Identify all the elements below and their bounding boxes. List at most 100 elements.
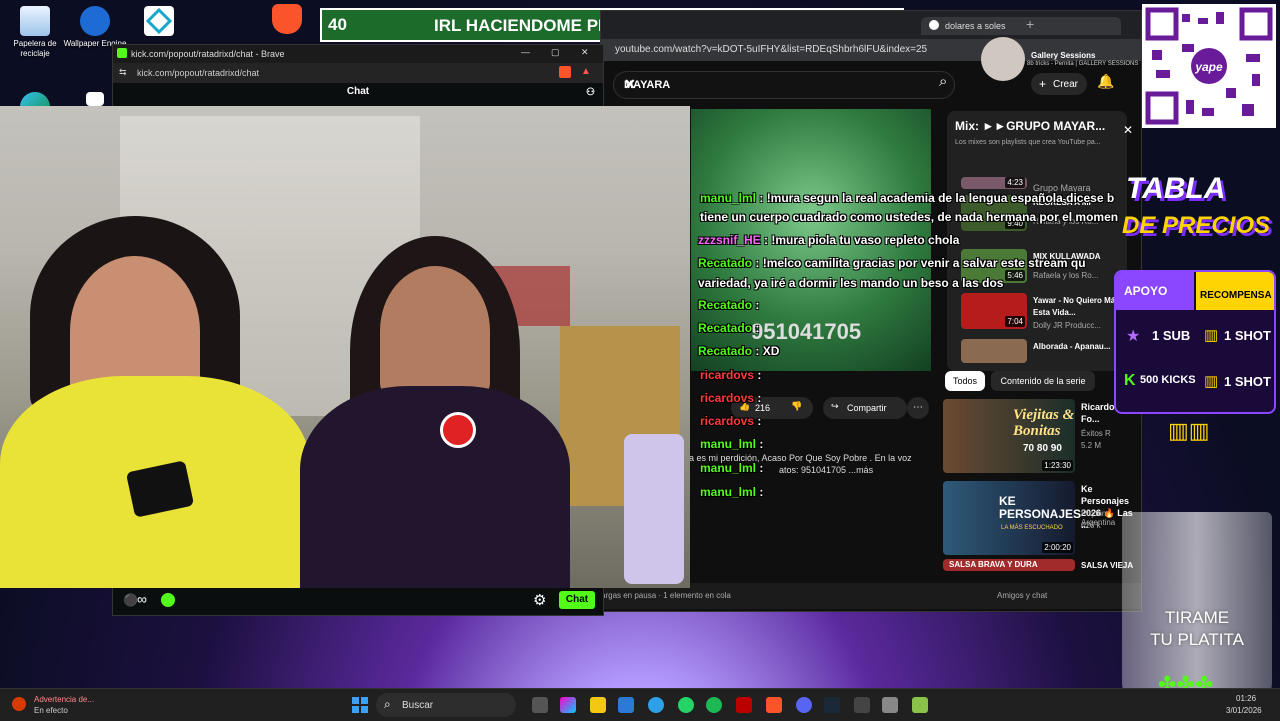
- user-settings-icon[interactable]: ⚇: [586, 87, 595, 98]
- kick-favicon-icon: [117, 48, 127, 58]
- rec-thumb-sub: LA MÁS ESCUCHADO: [1001, 525, 1063, 531]
- clock-time[interactable]: 01:26: [1236, 694, 1256, 703]
- kick-logo-icon: [161, 593, 175, 607]
- start-windows-icon[interactable]: [352, 697, 368, 713]
- recommended-video[interactable]: SALSA BRAVA Y DURA SALSA VIEJA: [943, 559, 1139, 573]
- desktop-icon-lively[interactable]: [124, 6, 194, 39]
- shot-glass-icon: ▥: [1204, 327, 1219, 344]
- share-button[interactable]: ↪ Compartir: [823, 397, 907, 419]
- rec-thumb-text: SALSA BRAVA Y DURA: [949, 560, 1038, 569]
- new-tab-icon[interactable]: +: [1026, 16, 1034, 32]
- maximize-icon[interactable]: ▢: [551, 47, 560, 58]
- star-icon: ★: [1126, 328, 1141, 345]
- tab-dolares[interactable]: dolares a soles: [921, 17, 1121, 35]
- clear-search-icon[interactable]: ✕: [624, 76, 944, 93]
- playlist-item[interactable]: 7:04 Yawar - No Quiero Más Esta Vida... …: [961, 293, 1131, 333]
- task-view-icon[interactable]: [532, 697, 548, 713]
- app-icon[interactable]: [912, 697, 928, 713]
- notifications-icon[interactable]: 🔔: [1097, 73, 1114, 90]
- app-icon[interactable]: [736, 697, 752, 713]
- duration-badge: 5:46: [1005, 270, 1025, 281]
- create-label: Crear: [1053, 79, 1079, 90]
- steam-icon[interactable]: [824, 697, 840, 713]
- person-right-face: [380, 266, 490, 396]
- brave-shields-icon[interactable]: [559, 66, 571, 78]
- kick-title-bar[interactable]: kick.com/popout/ratadrixd/chat - Brave —…: [113, 45, 603, 63]
- rec-thumb: SALSA BRAVA Y DURA: [943, 559, 1075, 571]
- whatsapp-icon[interactable]: [678, 697, 694, 713]
- brave-icon: [272, 4, 302, 34]
- brave-rewards-icon[interactable]: ▲: [581, 66, 591, 77]
- playlist-sub: Rafaela y los Ro...: [1033, 271, 1099, 280]
- yt-url: youtube.com/watch?v=kDOT-5uIFHY&list=RDE…: [615, 44, 928, 55]
- download-status: argas en pausa · 1 elemento en cola: [601, 591, 731, 600]
- dislike-icon: 👎: [791, 401, 803, 411]
- taskbar-search-input[interactable]: ⌕ Buscar: [376, 693, 516, 717]
- settings-gear-icon[interactable]: ⚙: [533, 591, 546, 609]
- price-panel: APOYO RECOMPENSA ★ 1 SUB ▥ 1 SHOT K 500 …: [1114, 270, 1276, 414]
- create-button[interactable]: + Crear: [1031, 73, 1087, 95]
- duration-badge: 9:40: [1005, 218, 1025, 229]
- rec-meta: 426 k: [1081, 521, 1101, 530]
- app-icon[interactable]: [882, 697, 898, 713]
- edge-taskbar-icon[interactable]: [648, 697, 664, 713]
- friends-chat-button[interactable]: Amigos y chat: [997, 591, 1047, 600]
- row-recompensa: 1 SHOT: [1224, 328, 1271, 343]
- minimize-icon[interactable]: —: [521, 47, 530, 57]
- playlist-item[interactable]: 9:40 REGRESA A MI Rafaela y los Ro...: [961, 195, 1131, 235]
- kick-chat-header: Chat ⚇: [113, 83, 603, 102]
- brave-taskbar-icon[interactable]: [766, 697, 782, 713]
- viewers-infinity: ∞: [137, 591, 147, 607]
- yape-qr-code: yape: [1142, 4, 1276, 128]
- recompensa-header: RECOMPENSA: [1196, 272, 1274, 310]
- kick-chat-footer: ⚫ ∞ ⚙ Chat: [113, 586, 603, 615]
- shot-glass-icon: ▥: [1204, 373, 1219, 390]
- playlist-thumb: 5:46: [961, 249, 1027, 283]
- chip-series[interactable]: Contenido de la serie: [991, 371, 1095, 391]
- like-dislike-button[interactable]: 👍 216 👎: [731, 397, 813, 419]
- clock-date[interactable]: 3/01/2026: [1226, 706, 1262, 715]
- tab-favicon-google-icon: [929, 20, 939, 30]
- more-actions-icon[interactable]: ⋯: [907, 397, 929, 419]
- video-player[interactable]: 951041705: [691, 109, 931, 371]
- windows-taskbar: Advertencia de... En efecto ⌕ Buscar 01:…: [0, 688, 1280, 721]
- playlist-item[interactable]: Alborada - Apanau...: [961, 339, 1131, 369]
- desktop-icon-wallpaper-engine[interactable]: Wallpaper Engine: [60, 6, 130, 49]
- chip-todos[interactable]: Todos: [945, 371, 985, 391]
- site-info-icon[interactable]: ⇆: [119, 67, 127, 78]
- copilot-icon[interactable]: [560, 697, 576, 713]
- rec-thumb-sub: 70 80 90: [1023, 443, 1062, 454]
- playlist-item[interactable]: 5:46 MIX KULLAWADA Rafaela y los Ro...: [961, 249, 1131, 289]
- yt-search-input[interactable]: MAYARA ✕: [613, 71, 955, 99]
- notice-title[interactable]: Advertencia de...: [34, 695, 94, 704]
- tab-label: dolares a soles: [945, 21, 1006, 31]
- wallpaper-engine-icon: [80, 6, 110, 36]
- obs-icon[interactable]: [854, 697, 870, 713]
- search-icon[interactable]: ⌕: [939, 73, 947, 90]
- spotify-icon[interactable]: [706, 697, 722, 713]
- kick-url: kick.com/popout/ratadrixd/chat: [137, 68, 260, 78]
- close-mix-icon[interactable]: ✕: [1123, 123, 1133, 137]
- like-icon: 👍: [739, 401, 751, 411]
- price-title-2: DE PRECIOS: [1122, 212, 1271, 239]
- recommended-video[interactable]: KE PERSONAJES LA MÁS ESCUCHADO 2:00:20 K…: [943, 481, 1139, 561]
- close-window-icon[interactable]: ✕: [581, 47, 589, 58]
- playlist-thumb: [961, 339, 1027, 363]
- discord-icon[interactable]: [796, 697, 812, 713]
- kick-url-bar[interactable]: ⇆ kick.com/popout/ratadrixd/chat ▲: [113, 63, 603, 83]
- shot-glasses-icon: ▥▥: [1168, 418, 1210, 443]
- playlist-thumb: 9:40: [961, 195, 1027, 231]
- share-label: Compartir: [847, 403, 887, 413]
- share-icon: ↪: [831, 401, 839, 411]
- store-icon[interactable]: [618, 697, 634, 713]
- chat-send-button[interactable]: Chat: [559, 591, 595, 609]
- description-line[interactable]: atos: 951041705 ...más: [779, 465, 873, 475]
- notice-sub: En efecto: [34, 706, 68, 715]
- duration-badge: 7:04: [1005, 316, 1025, 327]
- rec-thumb-text: Viejitas & Bonitas: [1013, 407, 1075, 439]
- duration-badge: 2:00:20: [1042, 542, 1073, 553]
- file-explorer-icon[interactable]: [590, 697, 606, 713]
- warning-notice-icon[interactable]: [12, 697, 26, 711]
- desktop-icon-brave[interactable]: [252, 4, 322, 37]
- channel-avatar[interactable]: [981, 37, 1025, 81]
